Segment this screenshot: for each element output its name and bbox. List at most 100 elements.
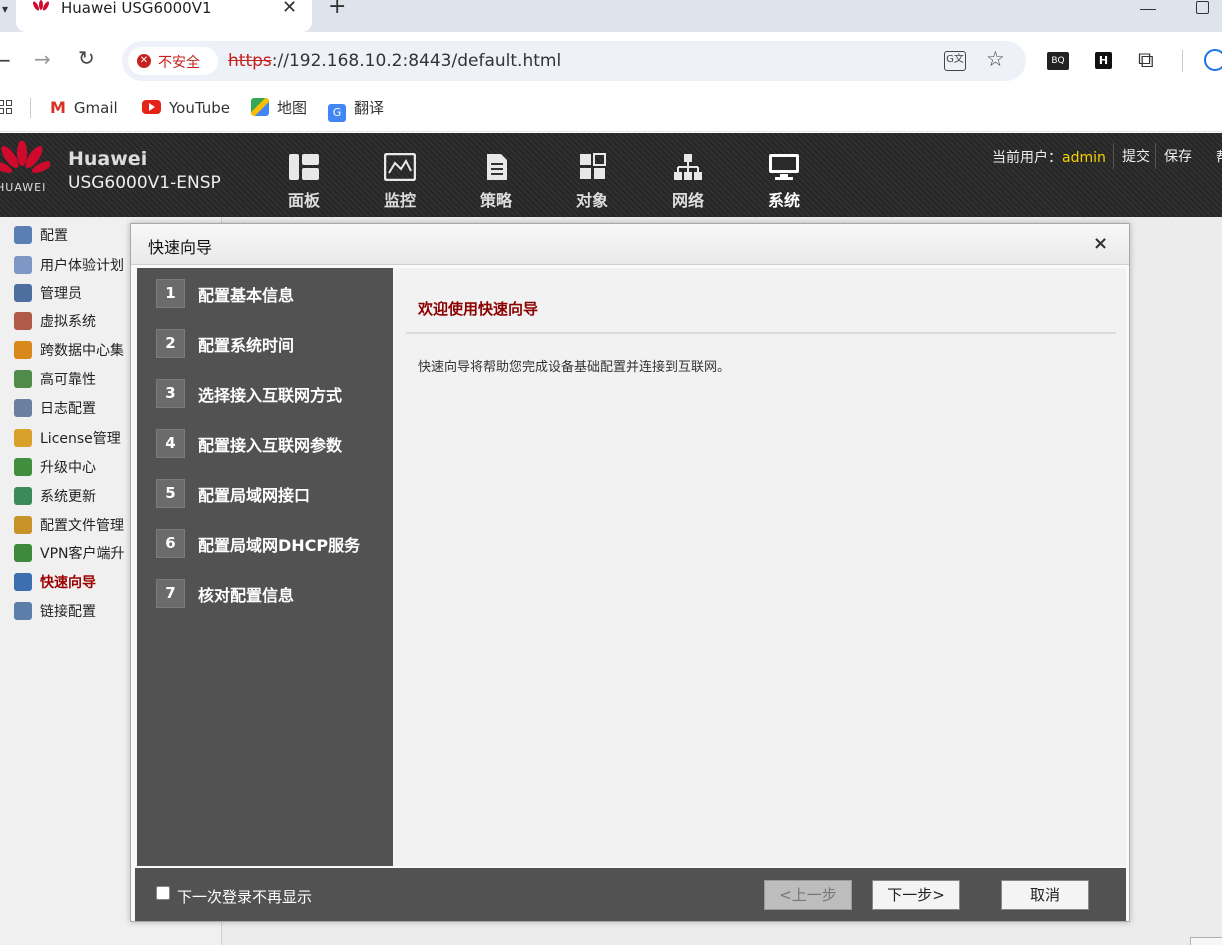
vpn-client-icon: [14, 544, 32, 562]
nav-monitor[interactable]: 监控: [370, 147, 430, 211]
nav-network-label: 网络: [671, 191, 704, 210]
maps-icon: [251, 98, 269, 116]
policy-icon: [487, 154, 507, 180]
profile-avatar-icon[interactable]: [1204, 49, 1222, 71]
bookmark-translate-label: 翻译: [354, 99, 385, 117]
extension-bq-icon[interactable]: BQ: [1047, 52, 1069, 70]
user-experience-icon: [14, 256, 32, 274]
bookmark-gmail[interactable]: M Gmail: [50, 98, 118, 118]
dialog-title: 快速向导: [148, 238, 213, 257]
ha-icon: [14, 370, 32, 388]
sidebar-item-log[interactable]: 日志配置: [14, 398, 96, 420]
address-bar[interactable]: ✕ 不安全 https://192.168.10.2:8443/default.…: [122, 41, 1026, 81]
new-tab-button[interactable]: +: [328, 0, 346, 18]
cancel-button[interactable]: 取消: [1001, 880, 1089, 910]
next-step-button[interactable]: 下一步>: [872, 880, 960, 910]
bookmark-translate[interactable]: G 翻译: [328, 98, 385, 122]
tab-overflow-icon[interactable]: ▾: [0, 0, 16, 32]
dont-show-again-label[interactable]: 下一次登录不再显示: [177, 886, 312, 907]
window-maximize-icon[interactable]: [1196, 1, 1209, 14]
bookmark-gmail-label: Gmail: [73, 99, 118, 117]
current-user-name: admin: [1062, 150, 1106, 166]
sidebar-item-label: 高可靠性: [40, 372, 96, 388]
update-icon: [14, 487, 32, 505]
log-icon: [14, 399, 32, 417]
nav-object[interactable]: 对象: [562, 147, 622, 211]
license-icon: [14, 429, 32, 447]
submit-button[interactable]: 提交: [1113, 143, 1158, 169]
app-header: HUAWEI Huawei USG6000V1-ENSP 面板 监控 策略 对象…: [0, 133, 1222, 217]
upgrade-icon: [14, 458, 32, 476]
google-translate-icon: G: [328, 104, 346, 122]
warning-icon: ✕: [137, 54, 151, 68]
bookmark-youtube[interactable]: YouTube: [142, 98, 230, 118]
wizard-description: 快速向导将帮助您完成设备基础配置并连接到互联网。: [418, 360, 731, 375]
nav-dashboard[interactable]: 面板: [274, 147, 334, 211]
sidebar-item-vpn-client[interactable]: VPN客户端升: [14, 543, 125, 565]
bookmark-youtube-label: YouTube: [169, 99, 230, 117]
help-button[interactable]: 帮: [1216, 147, 1222, 167]
wizard-step-number: 4: [156, 429, 185, 458]
virtual-system-icon: [14, 312, 32, 330]
sidebar-item-config[interactable]: 配置: [14, 225, 68, 247]
bookmark-star-icon[interactable]: ☆: [986, 47, 1005, 71]
nav-object-label: 对象: [575, 191, 608, 210]
sidebar-item-license[interactable]: License管理: [14, 428, 121, 450]
sidebar-item-ha[interactable]: 高可靠性: [14, 369, 96, 391]
dont-show-again-checkbox[interactable]: [156, 886, 170, 900]
wizard-step-label: 核对配置信息: [198, 586, 295, 605]
tab-close-icon[interactable]: ✕: [282, 0, 297, 18]
browser-tab-active[interactable]: Huawei USG6000V1 ✕: [16, 0, 312, 32]
huawei-logo-text: HUAWEI: [0, 181, 47, 194]
wizard-content: 欢迎使用快速向导 快速向导将帮助您完成设备基础配置并连接到互联网。: [394, 268, 1126, 866]
url-text[interactable]: https://192.168.10.2:8443/default.html: [228, 51, 561, 71]
reload-icon[interactable]: ↻: [78, 46, 95, 70]
security-chip[interactable]: ✕ 不安全: [128, 47, 218, 75]
extension-h-icon[interactable]: H: [1095, 52, 1112, 69]
sidebar-item-admin[interactable]: 管理员: [14, 283, 82, 305]
back-arrow-icon[interactable]: ←: [0, 48, 11, 72]
youtube-icon: [142, 100, 161, 114]
wizard-steps-panel: 1 配置基本信息 2 配置系统时间 3 选择接入互联网方式 4 配置接入互联网参数 5 配置局域网…: [137, 268, 393, 866]
bookmarks-bar: M Gmail YouTube 地图 G 翻译: [0, 90, 1222, 132]
url-scheme: https: [228, 51, 272, 71]
sidebar-item-update[interactable]: 系统更新: [14, 486, 96, 508]
apps-grid-icon[interactable]: [0, 100, 12, 114]
sidebar-item-datacenter[interactable]: 跨数据中心集: [14, 340, 124, 362]
wizard-step-label: 配置局域网DHCP服务: [198, 536, 361, 555]
forward-arrow-icon[interactable]: →: [34, 47, 51, 71]
sidebar-item-config-file[interactable]: 配置文件管理: [14, 515, 124, 537]
quick-wizard-icon: [14, 573, 32, 591]
window-minimize-icon[interactable]: [1140, 0, 1156, 10]
network-icon: [674, 154, 702, 180]
browser-tab-strip: ▾ Huawei USG6000V1 ✕ +: [0, 0, 1222, 32]
sidebar-item-user-experience[interactable]: 用户体验计划: [14, 255, 124, 277]
sidebar-item-label: 跨数据中心集: [40, 343, 124, 359]
bookmark-maps[interactable]: 地图: [251, 98, 307, 118]
datacenter-icon: [14, 341, 32, 359]
sidebar-item-quick-wizard[interactable]: 快速向导: [14, 572, 96, 594]
save-button[interactable]: 保存: [1155, 143, 1200, 169]
prev-step-button[interactable]: <上一步: [764, 880, 852, 910]
extensions-puzzle-icon[interactable]: ⧉: [1138, 48, 1154, 73]
wizard-step-number: 6: [156, 529, 185, 558]
browser-toolbar: ← → ↻ ✕ 不安全 https://192.168.10.2:8443/de…: [0, 32, 1222, 90]
nav-system[interactable]: 系统: [754, 147, 814, 211]
nav-dashboard-label: 面板: [287, 191, 320, 210]
toolbar-divider: [1182, 50, 1183, 72]
sidebar-item-label: 快速向导: [40, 575, 96, 591]
wizard-step-number: 5: [156, 479, 185, 508]
object-icon: [580, 153, 606, 179]
wizard-step-label: 配置基本信息: [198, 286, 295, 305]
dialog-close-icon[interactable]: ×: [1093, 233, 1108, 254]
nav-network[interactable]: 网络: [658, 147, 718, 211]
nav-policy[interactable]: 策略: [466, 147, 526, 211]
admin-icon: [14, 284, 32, 302]
sidebar-item-virtual-system[interactable]: 虚拟系统: [14, 311, 96, 333]
wizard-step-label: 配置系统时间: [198, 336, 295, 355]
sidebar-item-link-config[interactable]: 链接配置: [14, 601, 96, 623]
sidebar-item-upgrade[interactable]: 升级中心: [14, 457, 96, 479]
translate-page-icon[interactable]: G文: [944, 51, 966, 71]
dialog-titlebar[interactable]: 快速向导 ×: [131, 224, 1129, 265]
tab-title: Huawei USG6000V1: [61, 0, 212, 17]
